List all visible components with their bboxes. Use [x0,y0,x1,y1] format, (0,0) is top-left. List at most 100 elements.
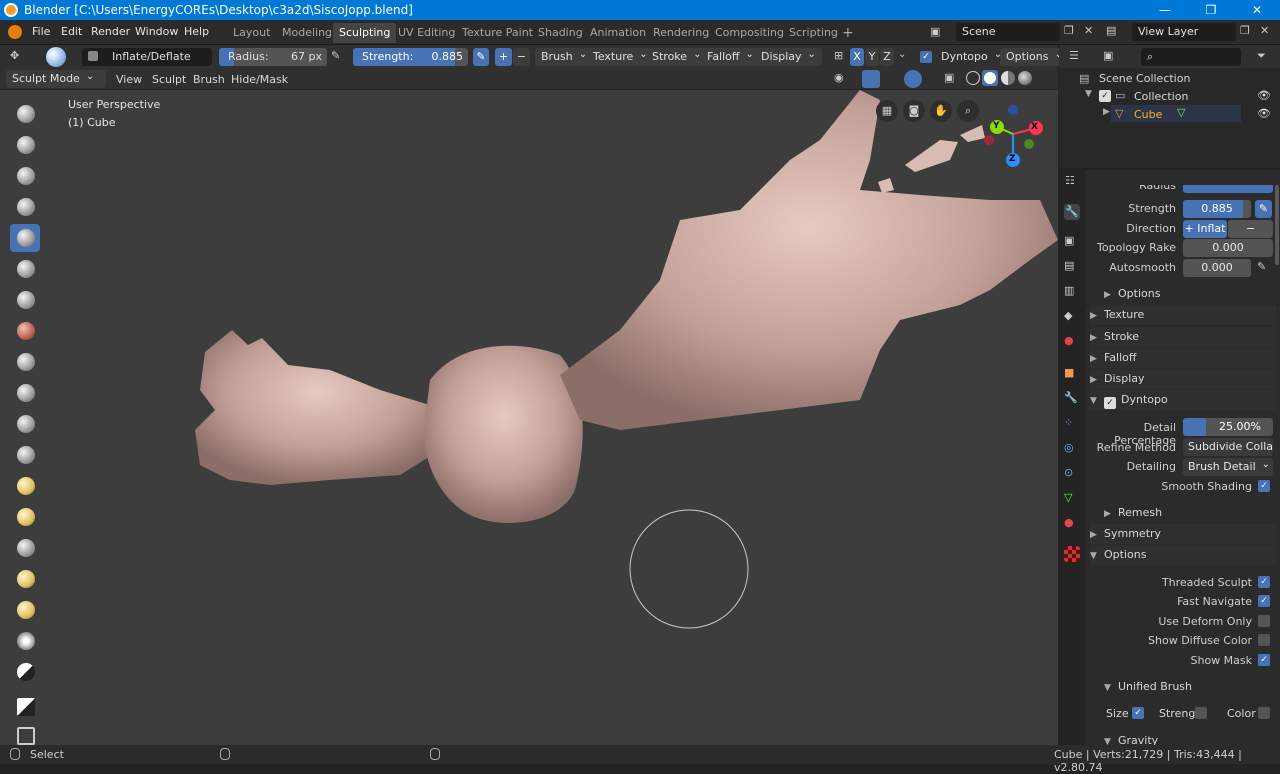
tool-smooth[interactable] [10,317,40,345]
dyntopo-panel-header[interactable]: ▼ ✓ Dyntopo [1090,390,1276,410]
wireframe-shading-icon[interactable] [966,71,980,85]
radius-slider[interactable]: Radius: 67 px [219,48,327,66]
strength-pressure-icon[interactable]: ✎ [473,48,489,66]
unified-brush-header[interactable]: ▼ Unified Brush [1104,677,1274,697]
threaded-sculpt-checkbox[interactable]: ✓ [1258,576,1270,588]
tab-compositing[interactable]: Compositing [709,23,790,43]
symmetry-panel-header[interactable]: ▶ Symmetry [1090,524,1276,544]
visibility-icon[interactable]: ◉ [834,71,844,84]
brush-preview-icon[interactable] [46,47,66,67]
zoom-icon[interactable]: ⌕ [957,100,979,122]
tool-rotate[interactable] [10,596,40,624]
strength-prop-slider[interactable]: 0.885 [1183,200,1251,218]
display-panel-header[interactable]: ▶ Display [1090,369,1276,389]
options-subpanel-header[interactable]: ▶ Options [1104,284,1274,304]
stroke-panel-header[interactable]: ▶ Stroke [1090,327,1276,347]
outliner-cube[interactable]: Cube [1134,108,1162,121]
menu-brush[interactable]: Brush [193,73,225,86]
menu-render[interactable]: Render [91,25,130,38]
object-tab-icon[interactable]: ■ [1064,366,1080,382]
texture-dropdown[interactable]: Texture [587,48,654,66]
gravity-panel-header[interactable]: ▼ Gravity [1104,731,1274,745]
topology-rake-field[interactable]: 0.000 [1183,239,1273,257]
tool-clay[interactable] [10,162,40,190]
tab-sculpting[interactable]: Sculpting [333,23,397,43]
menu-help[interactable]: Help [184,25,209,38]
tab-layout[interactable]: Layout [227,23,276,43]
tool-simplify[interactable] [10,627,40,655]
tool-crease[interactable] [10,286,40,314]
remove-scene-icon[interactable]: ✕ [1084,24,1093,37]
3d-viewport[interactable]: User Perspective (1) Cube ▦ ◙ ✋ ⌕ X Y Z [0,90,1058,745]
world-tab-icon[interactable]: ● [1064,334,1080,350]
strength-prop-pressure-icon[interactable]: ✎ [1255,200,1272,218]
outliner-scene-collection[interactable]: Scene Collection [1099,72,1190,85]
radius-prop-field-partial[interactable] [1183,185,1273,193]
tool-nudge[interactable] [10,565,40,593]
collection-include-checkbox[interactable]: ✓ [1099,90,1111,102]
physics-tab-icon[interactable]: ◎ [1064,441,1080,457]
view-layer-tab-icon[interactable]: ▥ [1064,284,1080,300]
particles-tab-icon[interactable]: ⁘ [1064,416,1080,432]
tool-settings-icon[interactable]: ✥ [10,49,19,62]
dyntopo-checkbox[interactable]: ✓ [920,51,932,63]
texture-panel-header[interactable]: ▶ Texture [1090,305,1276,325]
outliner-search-input[interactable]: ⌕ [1141,48,1241,66]
tool-tab-icon[interactable]: 🔧 [1064,204,1080,220]
collection-eye-icon[interactable]: 👁 [1257,89,1271,102]
menu-view[interactable]: View [116,73,142,86]
constraints-tab-icon[interactable]: ⊙ [1064,466,1080,482]
new-scene-icon[interactable]: ❐ [1064,24,1074,37]
display-dropdown[interactable]: Display [755,48,822,66]
tab-shading[interactable]: Shading [532,23,589,43]
menu-hide-mask[interactable]: Hide/Mask [231,73,288,86]
expand-cube-icon[interactable]: ▶ [1103,107,1110,117]
mode-selector[interactable]: Sculpt Mode [6,70,106,88]
diffuse-color-checkbox[interactable] [1258,634,1270,646]
tool-thumb[interactable] [10,534,40,562]
stroke-dropdown[interactable]: Stroke [646,48,708,66]
strength-slider[interactable]: Strength: 0.885 [353,48,468,66]
outliner-collection[interactable]: Collection [1134,90,1188,103]
material-tab-icon[interactable]: ● [1064,516,1080,532]
camera-view-icon[interactable]: ◙ [903,100,925,122]
modifier-tab-icon[interactable]: 🔧 [1064,391,1080,407]
tool-pinch[interactable] [10,441,40,469]
tool-flatten[interactable] [10,348,40,376]
overlay-toggle-icon[interactable] [904,70,922,88]
tab-texture-paint[interactable]: Texture Paint [456,23,539,43]
tool-draw-sharp[interactable] [10,131,40,159]
new-view-layer-icon[interactable]: ❐ [1240,24,1250,37]
blender-menu-icon[interactable] [8,25,22,39]
texture-tab-icon[interactable] [1064,546,1080,562]
tool-fill[interactable] [10,379,40,407]
properties-editor-icon[interactable]: ☷ [1065,174,1075,187]
filter-icon[interactable]: ⏷ [1257,49,1266,63]
sculpt-mesh-canvas[interactable] [0,90,1058,745]
tool-inflate[interactable] [10,224,40,252]
material-shading-icon[interactable] [1001,71,1015,85]
symmetry-y-toggle[interactable]: Y [865,48,879,66]
display-mode-icon[interactable]: ▣ [1103,49,1113,62]
symmetry-z-toggle[interactable]: Z [880,48,894,66]
smooth-shading-checkbox[interactable]: ✓ [1258,480,1270,492]
expand-collection-icon[interactable]: ▼ [1085,89,1092,99]
menu-edit[interactable]: Edit [61,25,82,38]
symmetry-chevron-icon[interactable]: ⌄ [898,49,906,60]
properties-scrollbar[interactable] [1275,185,1279,265]
tool-mask[interactable] [10,658,40,686]
outliner-editor-icon[interactable]: ☰ [1069,49,1079,62]
tool-grab[interactable] [10,472,40,500]
unified-size-checkbox[interactable]: ✓ [1132,707,1144,719]
direction-add-button[interactable]: + [495,48,512,66]
unified-strength-checkbox[interactable] [1195,707,1207,719]
symmetry-icon[interactable]: ⊞ [834,49,843,62]
radius-pressure-icon[interactable]: ✎ [331,49,340,62]
gizmo-toggle-icon[interactable] [862,70,880,88]
output-tab-icon[interactable]: ▤ [1064,259,1080,275]
detailing-dropdown[interactable]: Brush Detail [1183,458,1273,476]
tab-modeling[interactable]: Modeling [276,23,338,43]
close-button[interactable]: ✕ [1234,0,1280,20]
symmetry-x-toggle[interactable]: X [850,48,864,66]
add-workspace-button[interactable]: + [836,23,860,43]
